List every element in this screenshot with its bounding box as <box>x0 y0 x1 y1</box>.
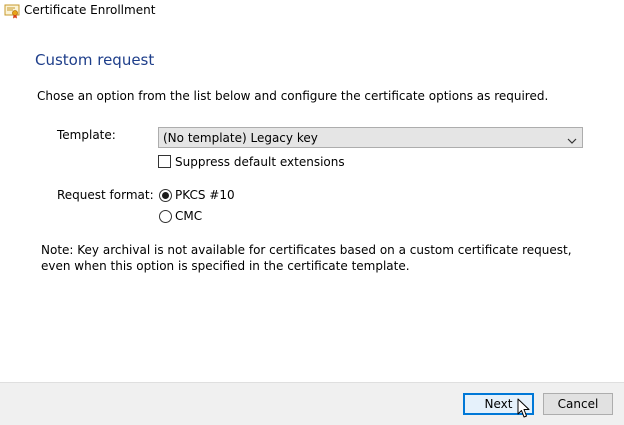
suppress-extensions-label[interactable]: Suppress default extensions <box>175 155 345 169</box>
key-archival-note: Note: Key archival is not available for … <box>41 243 572 273</box>
request-format-label: Request format: <box>57 188 154 202</box>
radio-cmc-label[interactable]: CMC <box>175 209 202 223</box>
radio-selected-dot <box>162 192 169 199</box>
mouse-cursor-icon <box>517 398 531 419</box>
template-selected-value: (No template) Legacy key <box>163 131 318 145</box>
cancel-button[interactable]: Cancel <box>543 393 613 415</box>
certificate-icon <box>4 3 20 19</box>
radio-cmc[interactable] <box>159 210 172 223</box>
page-title: Custom request <box>35 51 155 69</box>
radio-pkcs10[interactable] <box>159 189 172 202</box>
radio-pkcs10-label[interactable]: PKCS #10 <box>175 188 235 202</box>
window-title: Certificate Enrollment <box>24 3 156 17</box>
template-dropdown[interactable]: (No template) Legacy key <box>158 127 583 148</box>
template-label: Template: <box>57 128 116 142</box>
title-bar: Certificate Enrollment <box>0 0 624 22</box>
instructions-text: Chose an option from the list below and … <box>37 89 549 103</box>
chevron-down-icon <box>567 134 577 144</box>
suppress-extensions-checkbox[interactable] <box>158 155 171 168</box>
